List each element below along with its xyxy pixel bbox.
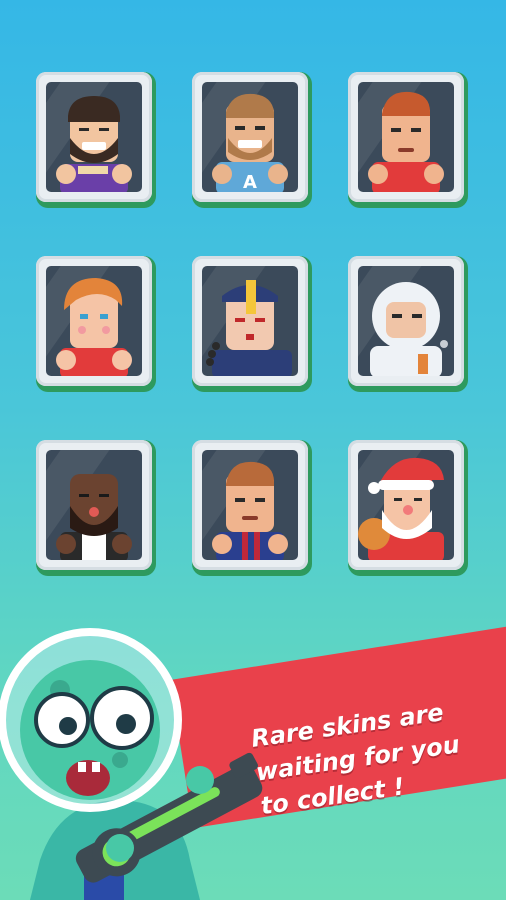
skin-card-5[interactable] (192, 256, 312, 392)
skin-card-6[interactable] (348, 256, 468, 392)
zombie-mascot-icon (0, 628, 263, 900)
astronaut-character-icon (370, 282, 448, 376)
striped-jersey-character-icon (212, 461, 288, 560)
redhead-character-icon (368, 91, 444, 192)
skin-card-9[interactable] (348, 440, 468, 576)
ginger-girl-character-icon (56, 278, 132, 376)
skin-card-3[interactable] (348, 72, 468, 208)
captain-character-icon: A (212, 93, 288, 192)
skin-card-7[interactable] (36, 440, 156, 576)
skin-card-8[interactable] (192, 440, 312, 576)
skin-card-4[interactable] (36, 256, 156, 392)
bearded-character-icon (56, 96, 132, 192)
santa-character-icon (358, 457, 444, 560)
skin-card-2[interactable]: A (192, 72, 312, 208)
bald-bearded-character-icon (56, 474, 132, 560)
jersey-letter: A (243, 172, 257, 192)
jiangshi-character-icon (206, 280, 292, 376)
skin-card-1[interactable] (36, 72, 156, 208)
skins-grid: A (0, 0, 506, 600)
